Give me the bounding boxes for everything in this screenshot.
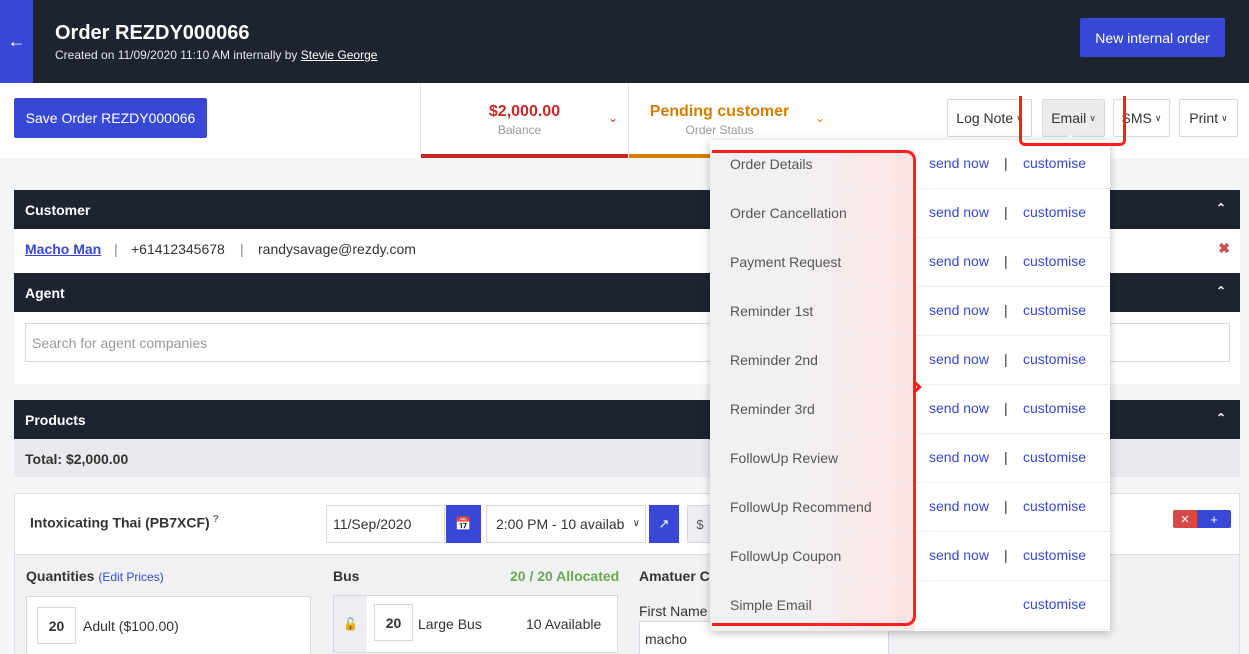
section-title: Agent <box>25 285 65 301</box>
bus-available: 10 Available <box>526 616 602 632</box>
order-created-info: Created on 11/09/2020 11:10 AM internall… <box>55 48 377 62</box>
divider: | <box>114 241 118 257</box>
send-now-link[interactable]: send now <box>929 204 989 220</box>
send-now-link[interactable]: send now <box>929 498 989 514</box>
customise-link[interactable]: customise <box>1023 400 1086 416</box>
annotation-email-highlight <box>1019 96 1126 146</box>
balance-dropdown[interactable]: $2,000.00 Balance ⌄ <box>420 83 628 158</box>
send-now-link[interactable]: send now <box>929 400 989 416</box>
bus-resource-row: 🔓 20 Large Bus 10 Available <box>333 595 618 653</box>
divider: | <box>1004 449 1008 465</box>
edit-prices-link[interactable]: (Edit Prices) <box>98 570 163 584</box>
price-option-label: Adult ($100.00) <box>83 618 179 634</box>
plus-icon: + <box>1210 511 1218 527</box>
customise-link[interactable]: customise <box>1023 547 1086 563</box>
balance-label: Balance <box>497 123 542 137</box>
divider: | <box>1004 547 1008 563</box>
arrow-left-icon: ← <box>7 31 26 51</box>
external-link-icon: ↗ <box>658 516 670 531</box>
customer-phone: +61412345678 <box>131 241 225 257</box>
product-name-text: Intoxicating Thai (PB7XCF) <box>30 514 210 531</box>
chevron-up-icon[interactable]: ⌃ <box>1216 411 1226 425</box>
created-text: Created on 11/09/2020 11:10 AM internall… <box>55 48 298 62</box>
quantity-row: 20 Adult ($100.00) <box>26 596 311 654</box>
session-value: 2:00 PM - 10 availab <box>496 516 625 532</box>
customise-link[interactable]: customise <box>1023 155 1086 171</box>
bus-label: Bus <box>333 568 360 584</box>
calendar-button[interactable]: 📅 <box>446 505 481 543</box>
chevron-down-icon: ∨ <box>1154 112 1162 123</box>
send-now-link[interactable]: send now <box>929 351 989 367</box>
new-internal-order-button[interactable]: New internal order <box>1080 18 1225 57</box>
participant-heading: Amatuer Ch <box>639 568 709 584</box>
lock-toggle[interactable]: 🔓 <box>334 596 367 652</box>
send-now-link[interactable]: send now <box>929 547 989 563</box>
divider: | <box>1004 155 1008 171</box>
quantity-input[interactable]: 20 <box>37 607 76 644</box>
divider: | <box>1004 498 1008 514</box>
total-label: Total: $2,000.00 <box>25 451 129 467</box>
calendar-icon: 📅 <box>455 516 472 531</box>
quantities-heading: Quantities (Edit Prices) <box>26 568 164 584</box>
bus-allocation: 20 / 20 Allocated <box>510 568 620 584</box>
annotation-list-bracket <box>712 150 916 626</box>
back-button[interactable]: ← <box>0 0 33 83</box>
print-label: Print <box>1189 110 1219 126</box>
order-header: ← Order REZDY000066 Created on 11/09/202… <box>0 0 1249 83</box>
bus-quantity-input[interactable]: 20 <box>374 604 413 641</box>
session-select[interactable]: 2:00 PM - 10 availab ∨ <box>486 505 646 543</box>
remove-product-button[interactable]: ✕ <box>1173 510 1197 528</box>
divider: | <box>1004 400 1008 416</box>
unlock-icon: 🔓 <box>343 617 358 631</box>
agent-search-placeholder: Search for agent companies <box>32 334 208 351</box>
customise-link[interactable]: customise <box>1023 498 1086 514</box>
close-icon: ✕ <box>1180 513 1190 526</box>
send-now-link[interactable]: send now <box>929 302 989 318</box>
help-icon[interactable]: ? <box>213 514 219 525</box>
created-by-link[interactable]: Stevie George <box>301 48 378 62</box>
customise-link[interactable]: customise <box>1023 596 1086 612</box>
external-link-button[interactable]: ↗ <box>649 505 679 543</box>
log-note-label: Log Note <box>956 110 1014 126</box>
balance-value: $2,000.00 <box>488 103 561 120</box>
save-order-button[interactable]: Save Order REZDY000066 <box>14 98 207 138</box>
print-button[interactable]: Print ∨ <box>1179 99 1238 137</box>
divider: | <box>1004 204 1008 220</box>
divider: | <box>1004 302 1008 318</box>
customer-name-link[interactable]: Macho Man <box>25 241 101 257</box>
divider: | <box>1004 253 1008 269</box>
chevron-down-icon: ∨ <box>632 518 640 529</box>
add-product-button[interactable]: + <box>1197 510 1231 528</box>
chevron-down-icon: ⌄ <box>814 111 825 125</box>
divider: | <box>1004 351 1008 367</box>
page-title: Order REZDY000066 <box>55 22 250 44</box>
sms-label: SMS <box>1121 110 1152 126</box>
order-status-value: Pending customer <box>649 103 790 120</box>
date-input[interactable]: 11/Sep/2020 <box>326 505 445 543</box>
send-now-link[interactable]: send now <box>929 449 989 465</box>
section-title: Products <box>25 412 86 428</box>
send-now-link[interactable]: send now <box>929 155 989 171</box>
customise-link[interactable]: customise <box>1023 351 1086 367</box>
chevron-up-icon[interactable]: ⌃ <box>1216 284 1226 298</box>
customer-email: randysavage@rezdy.com <box>258 241 416 257</box>
balance-indicator <box>421 154 628 158</box>
customise-link[interactable]: customise <box>1023 302 1086 318</box>
quantities-label: Quantities <box>26 568 95 584</box>
customise-link[interactable]: customise <box>1023 449 1086 465</box>
order-status-label: Order Status <box>685 123 754 137</box>
bus-name: Large Bus <box>418 616 482 632</box>
remove-customer-icon[interactable]: ✖ <box>1218 240 1230 257</box>
customise-link[interactable]: customise <box>1023 253 1086 269</box>
customise-link[interactable]: customise <box>1023 204 1086 220</box>
product-name: Intoxicating Thai (PB7XCF)? <box>30 514 219 531</box>
section-title: Customer <box>25 202 91 218</box>
send-now-link[interactable]: send now <box>929 253 989 269</box>
first-name-label: First Name <box>639 603 708 619</box>
divider: | <box>240 241 244 257</box>
chevron-up-icon[interactable]: ⌃ <box>1216 201 1226 215</box>
chevron-down-icon: ∨ <box>1221 112 1228 123</box>
